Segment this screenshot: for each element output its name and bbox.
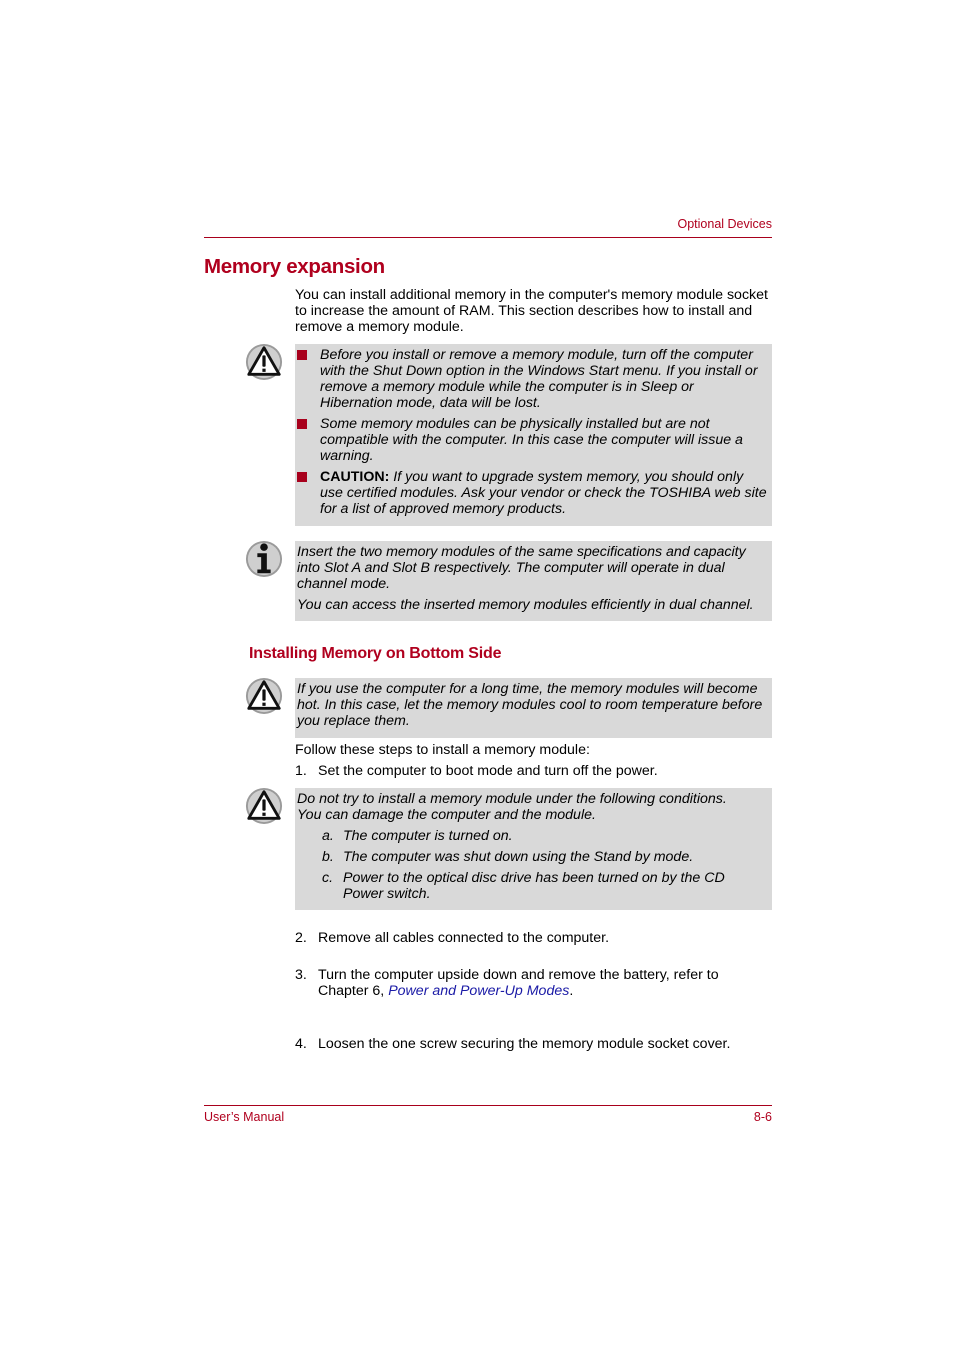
bullet-square-icon [297,350,307,360]
condition-item: a. The computer is turned on. [322,828,513,844]
caution-box-memory: Before you install or remove a memory mo… [295,344,772,526]
warning-icon [245,677,283,715]
bullet-square-icon [297,472,307,482]
condition-item: b. The computer was shut down using the … [322,849,694,865]
page-title: Memory expansion [204,255,385,278]
warning-icon [245,343,283,381]
caution-box-conditions: Do not try to install a memory module un… [295,788,772,910]
info-icon [245,540,283,578]
step-item: 2. Remove all cables connected to the co… [295,930,610,946]
header-rule [204,237,772,238]
section-subtitle: Installing Memory on Bottom Side [249,645,502,662]
step-item: 1. Set the computer to boot mode and tur… [295,763,658,779]
caution-box-heat: If you use the computer for a long time,… [295,678,772,738]
steps-intro: Follow these steps to install a memory m… [295,742,590,758]
footer-manual-title: User’s Manual [204,1110,285,1124]
running-header: Optional Devices [677,217,773,231]
footer-rule [204,1105,772,1106]
bullet-square-icon [297,419,307,429]
info-paragraph: You can access the inserted memory modul… [297,597,754,613]
info-paragraph: Insert the two memory modules of the sam… [297,544,746,592]
warning-icon [245,787,283,825]
caution-bullet: CAUTION: If you want to upgrade system m… [295,469,768,517]
info-box-dual-channel: Insert the two memory modules of the sam… [295,541,772,621]
page-number: 8-6 [753,1110,772,1124]
intro-paragraph: You can install additional memory in the… [295,287,768,335]
step-item: 3. Turn the computer upside down and rem… [295,967,719,999]
caution-bullet: Before you install or remove a memory mo… [295,347,768,411]
caution-bullet: Some memory modules can be physically in… [295,416,768,464]
chapter-link[interactable]: Power and Power-Up Modes [388,983,569,999]
step-item: 4. Loosen the one screw securing the mem… [295,1036,731,1052]
condition-item: c. Power to the optical disc drive has b… [322,870,725,902]
